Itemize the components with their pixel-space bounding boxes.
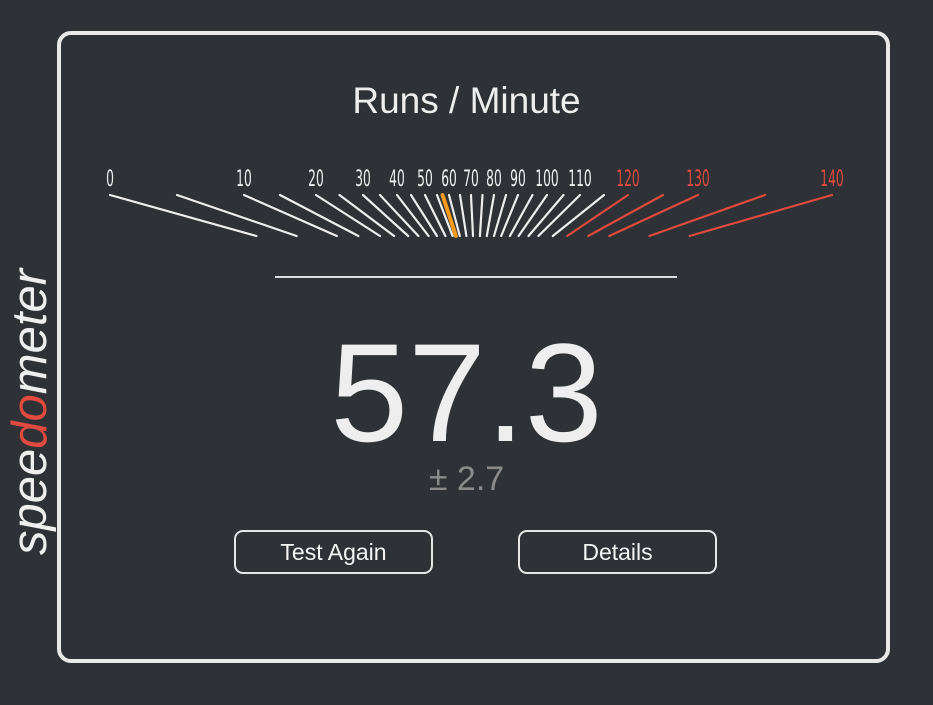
gauge-tick <box>469 193 475 238</box>
gauge-label: 0 <box>106 167 114 192</box>
gauge-tick <box>485 193 496 238</box>
gauge-tick <box>458 193 468 238</box>
gauge-label: 110 <box>568 167 591 192</box>
gauge-tick <box>688 193 834 238</box>
gauge-label: 20 <box>308 167 324 192</box>
gauge-label: 120 <box>616 167 639 192</box>
score-error: ± 2.7 <box>428 460 505 498</box>
gauge-label: 100 <box>535 167 558 192</box>
gauge-label: 80 <box>486 167 502 192</box>
test-again-button[interactable]: Test Again <box>234 530 433 574</box>
gauge-label: 130 <box>686 167 709 192</box>
gauge-label: 140 <box>820 167 843 192</box>
gauge-tick <box>508 193 534 238</box>
gauge-label: 60 <box>441 167 457 192</box>
score-value: 57.3 <box>330 314 603 471</box>
gauge-label: 50 <box>417 167 433 192</box>
divider <box>275 276 677 278</box>
gauge-label: 30 <box>355 167 371 192</box>
gauge-label: 10 <box>236 167 252 192</box>
gauge-scale: 0 10 20 30 40 50 60 70 80 90 100 110 120 130 140 <box>106 167 844 238</box>
gauge-label: 70 <box>463 167 479 192</box>
gauge-tick <box>478 193 484 238</box>
gauge-label: 90 <box>510 167 526 192</box>
gauge-label: 40 <box>389 167 405 192</box>
gauge-tick <box>423 193 447 238</box>
details-button[interactable]: Details <box>518 530 717 574</box>
